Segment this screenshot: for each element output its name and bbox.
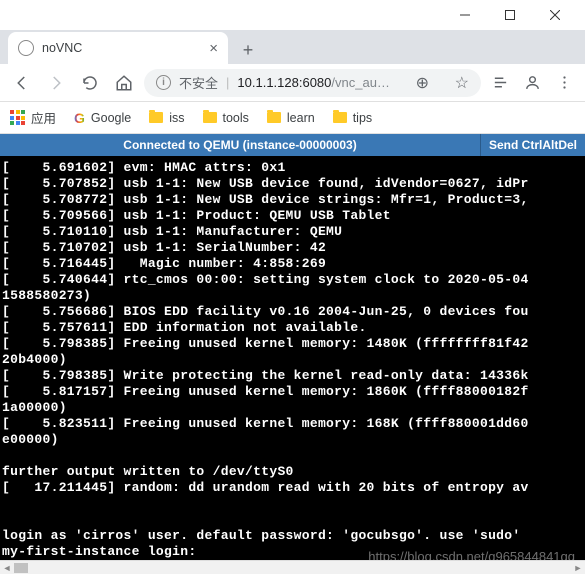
iss-bookmark[interactable]: iss [149, 111, 184, 125]
tab-favicon [18, 40, 34, 56]
vnc-status-bar: Connected to QEMU (instance-00000003) Se… [0, 134, 585, 156]
close-window-button[interactable] [532, 1, 577, 29]
bookmark-label: tips [353, 111, 372, 125]
scroll-thumb[interactable] [14, 563, 28, 573]
bookmark-label: iss [169, 111, 184, 125]
window-titlebar [0, 0, 585, 30]
browser-toolbar: i 不安全 | 10.1.1.128:6080/vnc_au… ⊕ ☆ [0, 64, 585, 102]
url-host: 10.1.1.128:6080 [237, 75, 331, 90]
vnc-connection-status: Connected to QEMU (instance-00000003) [0, 134, 480, 156]
bookmark-label: Google [91, 111, 131, 125]
translate-icon[interactable]: ⊕ [416, 73, 429, 93]
folder-icon [267, 112, 281, 123]
tab-title: noVNC [42, 41, 82, 55]
browser-tab[interactable]: noVNC × [8, 32, 228, 64]
profile-icon[interactable] [519, 70, 545, 96]
terminal-output[interactable]: [ 5.691602] evm: HMAC attrs: 0x1 [ 5.707… [0, 156, 585, 560]
tab-close-icon[interactable]: × [209, 40, 218, 57]
tools-bookmark[interactable]: tools [203, 111, 249, 125]
new-tab-button[interactable]: + [234, 36, 262, 64]
site-info-icon[interactable]: i [156, 75, 171, 90]
folder-icon [333, 112, 347, 123]
scroll-left-arrow[interactable]: ◄ [0, 561, 14, 575]
google-icon: G [74, 110, 85, 126]
folder-icon [203, 112, 217, 123]
url-path: /vnc_au… [331, 75, 390, 90]
maximize-button[interactable] [487, 1, 532, 29]
home-button[interactable] [110, 69, 138, 97]
bookmarks-bar: 应用 G Google iss tools learn tips [0, 102, 585, 134]
forward-button[interactable] [42, 69, 70, 97]
apps-bookmark[interactable]: 应用 [10, 108, 56, 127]
horizontal-scrollbar[interactable]: ◄ ► [0, 560, 585, 574]
reader-icon[interactable] [487, 70, 513, 96]
tab-strip: noVNC × + [0, 30, 585, 64]
send-ctrlaltdel-button[interactable]: Send CtrlAltDel [480, 134, 585, 156]
address-bar[interactable]: i 不安全 | 10.1.1.128:6080/vnc_au… ⊕ ☆ [144, 69, 481, 97]
bookmark-star-icon[interactable]: ☆ [455, 73, 469, 93]
bookmark-label: tools [223, 111, 249, 125]
google-bookmark[interactable]: G Google [74, 110, 131, 126]
folder-icon [149, 112, 163, 123]
bookmark-label: learn [287, 111, 315, 125]
scroll-right-arrow[interactable]: ► [571, 561, 585, 575]
tips-bookmark[interactable]: tips [333, 111, 372, 125]
insecure-label: 不安全 [179, 73, 218, 92]
minimize-button[interactable] [442, 1, 487, 29]
menu-icon[interactable] [551, 70, 577, 96]
apps-icon [10, 110, 25, 125]
bookmark-label: 应用 [31, 108, 56, 127]
back-button[interactable] [8, 69, 36, 97]
learn-bookmark[interactable]: learn [267, 111, 315, 125]
reload-button[interactable] [76, 69, 104, 97]
